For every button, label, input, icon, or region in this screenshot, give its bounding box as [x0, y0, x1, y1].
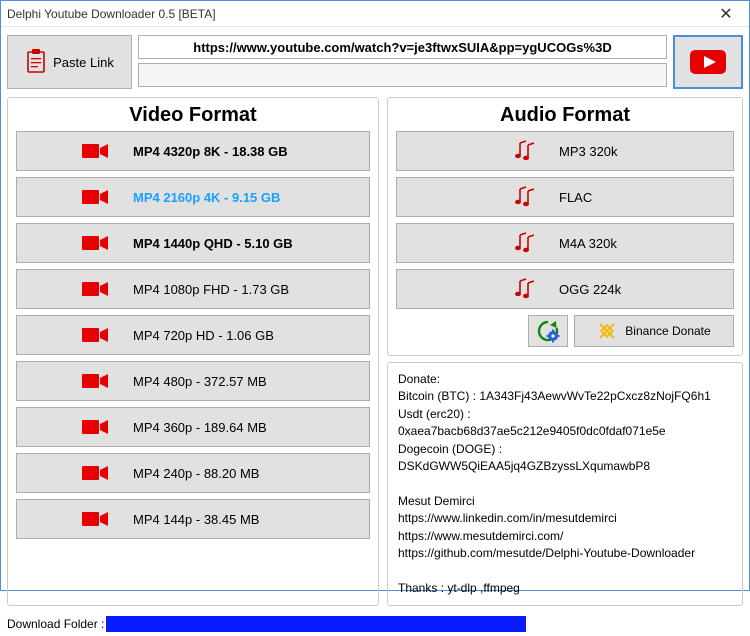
audio-format-label: M4A 320k: [559, 236, 617, 251]
refresh-gear-icon: [536, 319, 560, 343]
video-format-label: MP4 144p - 38.45 MB: [133, 512, 259, 527]
video-format-button[interactable]: MP4 4320p 8K - 18.38 GB: [16, 131, 370, 171]
paste-link-label: Paste Link: [53, 55, 114, 70]
url-display[interactable]: https://www.youtube.com/watch?v=je3ftwxS…: [138, 35, 667, 59]
youtube-play-icon: [690, 50, 726, 74]
binance-donate-label: Binance Donate: [625, 324, 710, 338]
video-format-button[interactable]: MP4 2160p 4K - 9.15 GB: [16, 177, 370, 217]
clipboard-icon: [25, 49, 47, 75]
audio-format-label: MP3 320k: [559, 144, 618, 159]
video-format-button[interactable]: MP4 720p HD - 1.06 GB: [16, 315, 370, 355]
video-camera-icon: [82, 143, 108, 159]
video-format-heading: Video Format: [16, 104, 370, 127]
video-format-label: MP4 720p HD - 1.06 GB: [133, 328, 274, 343]
music-notes-icon: [512, 140, 534, 162]
donate-info-box: Donate: Bitcoin (BTC) : 1A343Fj43AewvWvT…: [387, 362, 743, 606]
video-format-button[interactable]: MP4 480p - 372.57 MB: [16, 361, 370, 401]
audio-format-button[interactable]: MP3 320k: [396, 131, 734, 171]
music-notes-icon: [512, 278, 534, 300]
video-camera-icon: [82, 419, 108, 435]
refresh-button[interactable]: [528, 315, 568, 347]
video-camera-icon: [82, 235, 108, 251]
binance-donate-button[interactable]: Binance Donate: [574, 315, 734, 347]
video-format-button[interactable]: MP4 1440p QHD - 5.10 GB: [16, 223, 370, 263]
download-folder-label: Download Folder :: [7, 617, 104, 631]
video-camera-icon: [82, 281, 108, 297]
video-format-button[interactable]: MP4 360p - 189.64 MB: [16, 407, 370, 447]
video-camera-icon: [82, 327, 108, 343]
video-camera-icon: [82, 511, 108, 527]
video-format-panel: Video Format MP4 4320p 8K - 18.38 GB MP4 …: [7, 97, 379, 606]
audio-format-label: FLAC: [559, 190, 592, 205]
video-camera-icon: [82, 465, 108, 481]
audio-format-heading: Audio Format: [396, 104, 734, 127]
video-format-label: MP4 2160p 4K - 9.15 GB: [133, 190, 280, 205]
audio-format-button[interactable]: M4A 320k: [396, 223, 734, 263]
close-button[interactable]: ✕: [703, 1, 749, 27]
audio-format-button[interactable]: OGG 224k: [396, 269, 734, 309]
footer: Download Folder :: [1, 610, 749, 636]
video-format-button[interactable]: MP4 240p - 88.20 MB: [16, 453, 370, 493]
music-notes-icon: [512, 186, 534, 208]
app-window: Delphi Youtube Downloader 0.5 [BETA] ✕ P…: [0, 0, 750, 591]
audio-format-button[interactable]: FLAC: [396, 177, 734, 217]
fetch-button[interactable]: [673, 35, 743, 89]
video-format-button[interactable]: MP4 1080p FHD - 1.73 GB: [16, 269, 370, 309]
video-camera-icon: [82, 189, 108, 205]
video-format-label: MP4 480p - 372.57 MB: [133, 374, 267, 389]
video-format-label: MP4 1080p FHD - 1.73 GB: [133, 282, 289, 297]
audio-format-panel: Audio Format MP3 320k FLAC M4A 320k OGG 224…: [387, 97, 743, 356]
binance-icon: [597, 321, 617, 341]
audio-format-label: OGG 224k: [559, 282, 621, 297]
video-format-label: MP4 360p - 189.64 MB: [133, 420, 267, 435]
titlebar: Delphi Youtube Downloader 0.5 [BETA] ✕: [1, 1, 749, 27]
window-title: Delphi Youtube Downloader 0.5 [BETA]: [7, 7, 216, 21]
music-notes-icon: [512, 232, 534, 254]
download-folder-path[interactable]: [106, 616, 526, 632]
video-camera-icon: [82, 373, 108, 389]
video-format-label: MP4 4320p 8K - 18.38 GB: [133, 144, 288, 159]
url-input-secondary[interactable]: [138, 63, 667, 87]
video-format-label: MP4 1440p QHD - 5.10 GB: [133, 236, 293, 251]
video-format-label: MP4 240p - 88.20 MB: [133, 466, 259, 481]
video-format-button[interactable]: MP4 144p - 38.45 MB: [16, 499, 370, 539]
paste-link-button[interactable]: Paste Link: [7, 35, 132, 89]
